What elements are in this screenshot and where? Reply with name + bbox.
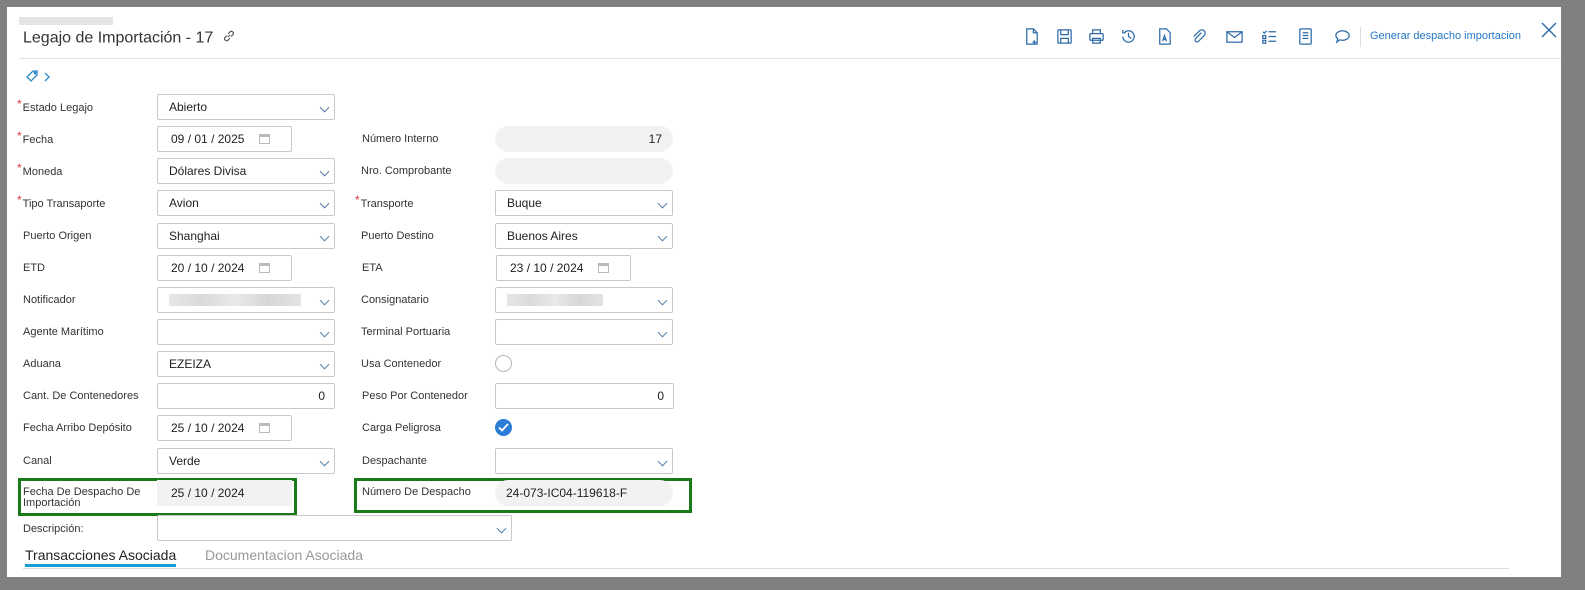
- label-carga-peligrosa: Carga Peligrosa: [362, 422, 441, 434]
- fecha-arribo-date-input[interactable]: 25 / 10 / 2024: [157, 415, 292, 441]
- link-icon[interactable]: [222, 29, 236, 48]
- generar-despacho-button[interactable]: Generar despacho importacion: [1370, 30, 1521, 42]
- etd-date-input[interactable]: 20 / 10 / 2024: [157, 255, 292, 281]
- despachante-select[interactable]: [495, 448, 673, 474]
- label-eta: ETA: [362, 262, 383, 274]
- tag-icon[interactable]: [25, 69, 39, 88]
- form-window: Legajo de Importación - 17 Generar despa…: [7, 7, 1561, 577]
- label-numero-despacho: Número De Despacho: [362, 486, 471, 498]
- label-tipo-transporte: *Tipo Transaporte: [17, 193, 106, 210]
- canal-select[interactable]: Verde: [157, 448, 335, 474]
- label-numero-interno: Número Interno: [362, 133, 439, 145]
- header-divider: [19, 58, 1561, 59]
- fecha-date-input[interactable]: 09 / 01 / 2025: [157, 126, 292, 152]
- checklist-icon[interactable]: [1258, 25, 1280, 47]
- aduana-select[interactable]: EZEIZA: [157, 351, 335, 377]
- agente-maritimo-select[interactable]: [157, 319, 335, 345]
- peso-contenedor-input[interactable]: 0: [495, 383, 674, 409]
- label-estado-legajo: *Estado Legajo: [17, 97, 94, 114]
- estado-legajo-select[interactable]: Abierto: [157, 94, 335, 120]
- consignatario-select[interactable]: [495, 287, 673, 313]
- history-icon[interactable]: [1117, 25, 1139, 47]
- tipo-transporte-select[interactable]: Avion: [157, 190, 335, 216]
- attachment-icon[interactable]: [1187, 25, 1209, 47]
- terminal-portuaria-select[interactable]: [495, 319, 673, 345]
- fecha-despacho-field: 25 / 10 / 2024: [157, 480, 292, 506]
- nro-comprobante-field: [495, 158, 673, 184]
- cant-contenedores-input[interactable]: 0: [157, 383, 335, 409]
- label-fecha-arribo: Fecha Arribo Depósito: [23, 422, 132, 434]
- label-cant-contenedores: Cant. De Contenedores: [23, 390, 139, 402]
- label-descripcion: Descripción:: [23, 523, 84, 535]
- print-icon[interactable]: [1085, 25, 1107, 47]
- tab-documentacion-asociada[interactable]: Documentacion Asociada: [205, 547, 363, 563]
- text-document-icon[interactable]: [1153, 25, 1175, 47]
- descripcion-select[interactable]: [157, 515, 512, 541]
- calendar-icon[interactable]: [259, 263, 270, 273]
- label-transporte: *Transporte: [355, 193, 414, 210]
- numero-despacho-field: 24-073-IC04-119618-F: [495, 480, 673, 506]
- label-canal: Canal: [23, 455, 52, 467]
- tags-row: [25, 69, 51, 88]
- save-icon[interactable]: [1053, 25, 1075, 47]
- puerto-origen-select[interactable]: Shanghai: [157, 223, 335, 249]
- comment-icon[interactable]: [1331, 25, 1353, 47]
- notificador-select[interactable]: [157, 287, 335, 313]
- moneda-select[interactable]: Dólares Divisa: [157, 158, 335, 184]
- label-usa-contenedor: Usa Contenedor: [361, 358, 442, 370]
- new-document-icon[interactable]: [1020, 25, 1042, 47]
- puerto-destino-select[interactable]: Buenos Aires: [495, 223, 673, 249]
- calendar-icon[interactable]: [259, 423, 270, 433]
- label-peso-contenedor: Peso Por Contenedor: [362, 390, 468, 402]
- close-icon[interactable]: [1540, 21, 1561, 43]
- transporte-select[interactable]: Buque: [495, 190, 673, 216]
- page-title: Legajo de Importación - 17: [23, 29, 236, 48]
- label-etd: ETD: [23, 262, 45, 274]
- numero-interno-field: 17: [495, 126, 673, 152]
- tabs-divider: [23, 568, 1509, 569]
- label-despachante: Despachante: [362, 455, 427, 467]
- eta-date-input[interactable]: 23 / 10 / 2024: [496, 255, 631, 281]
- carga-peligrosa-toggle[interactable]: [495, 419, 512, 436]
- checkmark-icon: [498, 423, 509, 432]
- calendar-icon[interactable]: [259, 134, 270, 144]
- calendar-icon[interactable]: [598, 263, 609, 273]
- toolbar-divider: [1360, 27, 1361, 47]
- label-agente-maritimo: Agente Marítimo: [23, 326, 104, 338]
- redacted-value: [507, 294, 603, 306]
- label-fecha-despacho: Fecha De Despacho De Importación: [23, 486, 141, 509]
- redacted-value: [169, 294, 301, 306]
- tab-transacciones-asociada[interactable]: Transacciones Asociada: [25, 547, 177, 567]
- label-aduana: Aduana: [23, 358, 61, 370]
- notes-icon[interactable]: [1294, 25, 1316, 47]
- label-terminal-portuaria: Terminal Portuaria: [361, 326, 451, 338]
- chevron-right-icon[interactable]: [43, 70, 51, 88]
- label-notificador: Notificador: [23, 294, 76, 306]
- label-consignatario: Consignatario: [361, 294, 429, 306]
- email-icon[interactable]: [1223, 25, 1245, 47]
- label-fecha: *Fecha: [17, 129, 54, 146]
- label-puerto-origen: Puerto Origen: [23, 230, 92, 242]
- label-moneda: *Moneda: [17, 161, 63, 178]
- label-nro-comprobante: Nro. Comprobante: [361, 165, 452, 177]
- usa-contenedor-toggle[interactable]: [495, 355, 512, 372]
- breadcrumb-redacted: [19, 17, 113, 25]
- label-puerto-destino: Puerto Destino: [361, 230, 434, 242]
